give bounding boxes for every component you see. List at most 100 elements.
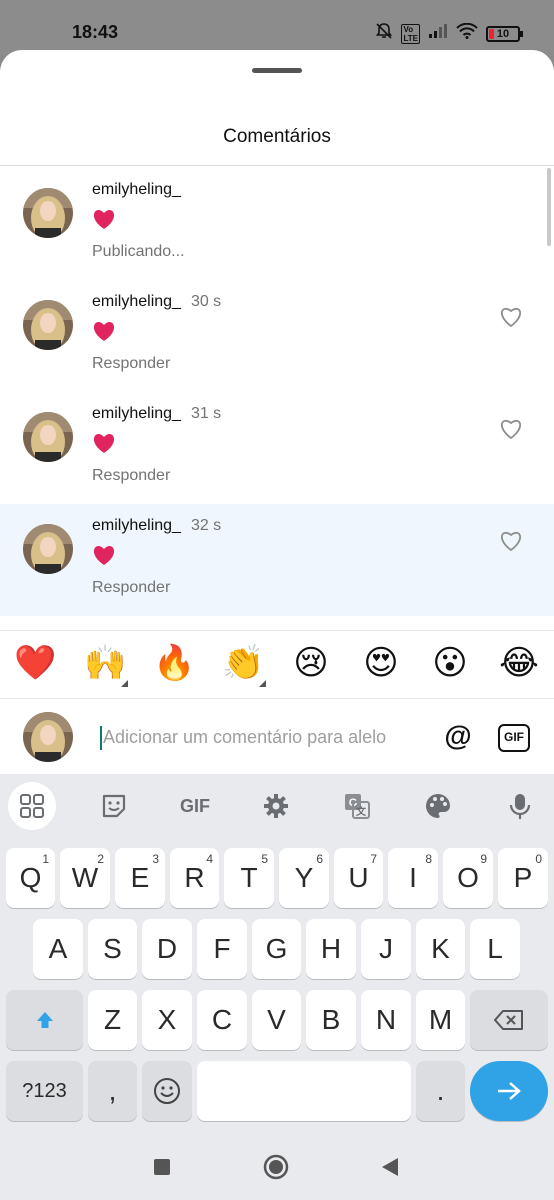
bell-muted-icon <box>375 22 393 45</box>
key-j[interactable]: J <box>361 919 411 979</box>
mic-icon[interactable] <box>496 782 544 830</box>
comment-item: emilyheling_ 31 s Responder <box>0 392 554 504</box>
mention-button[interactable]: @ <box>443 722 473 752</box>
recents-icon[interactable] <box>153 1158 171 1181</box>
comment-item: emilyheling_ 30 s Responder <box>0 280 554 392</box>
reply-button[interactable]: Responder <box>92 467 170 485</box>
sticker-icon[interactable] <box>90 782 138 830</box>
emoji-key[interactable] <box>142 1061 192 1121</box>
reply-button[interactable]: Responder <box>92 579 170 597</box>
smiley-icon <box>154 1078 180 1104</box>
theme-icon[interactable] <box>414 782 462 830</box>
battery-icon: 10 <box>486 25 523 42</box>
shift-icon <box>36 1012 53 1028</box>
key-p[interactable]: P0 <box>498 848 548 908</box>
comment-text <box>92 432 116 459</box>
comment-username[interactable]: emilyheling_ 32 s <box>92 517 221 535</box>
comment-username[interactable]: emilyheling_ 30 s <box>92 293 221 311</box>
key-r[interactable]: R4 <box>170 848 219 908</box>
avatar[interactable] <box>23 412 73 462</box>
key-y[interactable]: Y6 <box>279 848 329 908</box>
emoji-crying[interactable]: 😢 <box>291 643 331 683</box>
key-v[interactable]: V <box>252 990 301 1050</box>
reply-button[interactable]: Responder <box>92 355 170 373</box>
keyboard-toolbar: GIF G文 <box>0 774 554 836</box>
backspace-icon <box>494 1010 523 1030</box>
heart-outline-icon[interactable] <box>499 418 523 440</box>
comment-time: 32 s <box>190 517 222 534</box>
status-icons: Vo LTE 10 <box>375 22 523 45</box>
divider <box>0 165 554 166</box>
avatar[interactable] <box>23 188 73 238</box>
key-f[interactable]: F <box>197 919 247 979</box>
period-key[interactable]: . <box>416 1061 465 1121</box>
comment-item: emilyheling_ 32 s Responder <box>0 504 554 616</box>
key-k[interactable]: K <box>416 919 465 979</box>
symbols-key[interactable]: ?123 <box>6 1061 83 1121</box>
emoji-clapping[interactable]: 👏 <box>222 643 266 687</box>
key-z[interactable]: Z <box>88 990 137 1050</box>
key-u[interactable]: U7 <box>334 848 383 908</box>
key-a[interactable]: A <box>33 919 83 979</box>
key-g[interactable]: G <box>252 919 301 979</box>
key-e[interactable]: E3 <box>115 848 165 908</box>
comment-username[interactable]: emilyheling_ 31 s <box>92 405 221 423</box>
battery-level: 10 <box>496 27 510 40</box>
key-h[interactable]: H <box>306 919 356 979</box>
quick-emoji-bar: ❤️ 🙌 🔥 👏 😢 😍 😮 😂 <box>0 643 554 687</box>
comment-item: emilyheling_ Publicando... <box>0 168 554 280</box>
heart-outline-icon[interactable] <box>499 306 523 328</box>
emoji-raised-hands[interactable]: 🙌 <box>84 643 128 687</box>
comment-text <box>92 320 116 347</box>
key-n[interactable]: N <box>361 990 411 1050</box>
avatar[interactable] <box>23 524 73 574</box>
avatar <box>23 712 73 762</box>
emoji-laughing[interactable]: 😂 <box>499 643 539 683</box>
arrow-right-icon <box>498 1082 521 1100</box>
apps-icon[interactable] <box>8 782 56 830</box>
status-time: 18:43 <box>72 22 119 42</box>
key-o[interactable]: O9 <box>443 848 493 908</box>
comments-sheet: Comentários emilyheling_ Publicando... e… <box>0 50 554 774</box>
key-c[interactable]: C <box>197 990 247 1050</box>
key-s[interactable]: S <box>88 919 137 979</box>
backspace-key[interactable] <box>470 990 548 1050</box>
status-bar: 18:43 Vo LTE 10 <box>0 0 554 56</box>
volte-icon: Vo LTE <box>401 23 420 44</box>
sheet-title: Comentários <box>223 126 331 147</box>
publishing-status: Publicando... <box>92 243 185 260</box>
spacebar[interactable] <box>197 1061 411 1121</box>
back-icon[interactable] <box>380 1157 400 1182</box>
translate-icon[interactable]: G文 <box>333 782 381 830</box>
comment-input[interactable] <box>100 722 420 752</box>
drag-handle[interactable] <box>252 68 302 73</box>
wifi-icon <box>456 22 478 44</box>
key-x[interactable]: X <box>142 990 192 1050</box>
heart-outline-icon[interactable] <box>499 530 523 552</box>
key-l[interactable]: L <box>470 919 520 979</box>
gif-button[interactable]: GIF <box>498 724 530 752</box>
shift-key[interactable] <box>6 990 83 1050</box>
comment-text <box>92 208 116 235</box>
key-b[interactable]: B <box>306 990 356 1050</box>
key-t[interactable]: T5 <box>224 848 274 908</box>
key-w[interactable]: W2 <box>60 848 110 908</box>
comment-username[interactable]: emilyheling_ <box>92 181 181 199</box>
key-q[interactable]: Q1 <box>6 848 55 908</box>
svg-text:文: 文 <box>356 805 367 818</box>
settings-icon[interactable] <box>252 782 300 830</box>
comment-time: 31 s <box>190 405 222 422</box>
gif-keyboard-button[interactable]: GIF <box>171 782 219 830</box>
divider <box>0 698 554 699</box>
emoji-heart-eyes[interactable]: 😍 <box>361 643 401 683</box>
emoji-heart[interactable]: ❤️ <box>14 643 56 683</box>
key-i[interactable]: I8 <box>388 848 438 908</box>
emoji-fire[interactable]: 🔥 <box>153 643 195 683</box>
key-m[interactable]: M <box>416 990 465 1050</box>
enter-key[interactable] <box>470 1061 548 1121</box>
avatar[interactable] <box>23 300 73 350</box>
comma-key[interactable]: , <box>88 1061 137 1121</box>
key-d[interactable]: D <box>142 919 192 979</box>
home-icon[interactable] <box>263 1154 289 1185</box>
emoji-surprised[interactable]: 😮 <box>430 643 470 683</box>
